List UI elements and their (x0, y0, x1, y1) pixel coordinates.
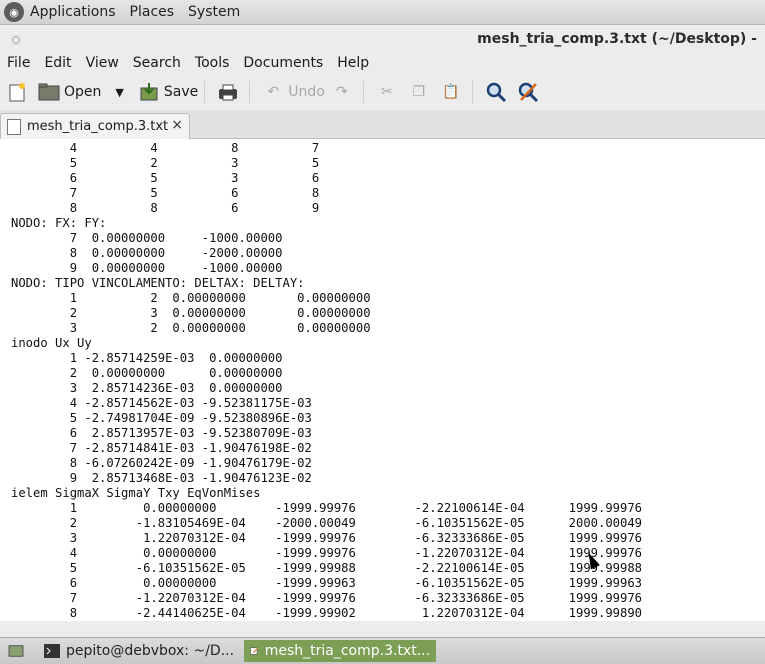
text-editor[interactable]: 4 4 8 7 5 2 3 5 6 5 3 6 7 5 6 8 8 8 6 9 … (0, 139, 765, 621)
open-button[interactable]: Open ▼ (38, 78, 124, 106)
redo-button[interactable]: ↷ (331, 78, 357, 106)
toolbar-separator (471, 81, 473, 103)
menu-edit[interactable]: Edit (37, 55, 78, 71)
open-dropdown-icon[interactable]: ▼ (115, 86, 123, 99)
undo-icon: ↶ (267, 84, 280, 100)
folder-open-icon (38, 81, 60, 103)
editor-content[interactable]: 4 4 8 7 5 2 3 5 6 5 3 6 7 5 6 8 8 8 6 9 … (0, 139, 765, 621)
menu-documents[interactable]: Documents (236, 55, 330, 71)
undo-button[interactable]: ↶ Undo (262, 78, 325, 106)
taskbar-item-terminal[interactable]: pepito@debvbox: ~/D... (38, 640, 240, 662)
taskbar-item-label: pepito@debvbox: ~/D... (66, 643, 235, 659)
window-titlebar[interactable]: mesh_tria_comp.3.txt (~/Desktop) - (0, 25, 765, 53)
open-label: Open (64, 84, 102, 100)
toolbar-separator (249, 81, 251, 103)
new-button[interactable] (6, 78, 32, 106)
redo-icon: ↷ (335, 84, 348, 100)
menu-file[interactable]: File (0, 55, 37, 71)
toolbar-separator (362, 81, 364, 103)
save-button[interactable]: Save (138, 78, 198, 106)
window-title: mesh_tria_comp.3.txt (~/Desktop) - (477, 31, 757, 47)
terminal-icon (44, 644, 60, 658)
taskbar-item-label: mesh_tria_comp.3.txt... (264, 643, 431, 659)
paste-button[interactable]: 📋 (440, 78, 466, 106)
debian-logo-icon[interactable]: ◉ (4, 2, 24, 22)
show-desktop-button[interactable] (4, 640, 34, 662)
tab-label: mesh_tria_comp.3.txt (27, 119, 169, 134)
panel-menu-places[interactable]: Places (130, 4, 175, 20)
find-button[interactable] (485, 78, 511, 106)
print-button[interactable] (217, 78, 243, 106)
copy-icon: ❐ (412, 84, 426, 100)
show-desktop-icon (8, 645, 24, 657)
save-label: Save (163, 84, 199, 100)
find-replace-button[interactable] (517, 78, 543, 106)
taskbar-item-gedit[interactable]: mesh_tria_comp.3.txt... (244, 640, 437, 662)
paste-icon: 📋 (442, 84, 460, 100)
cut-icon: ✂ (380, 84, 393, 100)
tab-mesh-tria-comp[interactable]: mesh_tria_comp.3.txt × (0, 113, 190, 139)
menubar: File Edit View Search Tools Documents He… (0, 52, 765, 74)
save-icon (138, 81, 160, 103)
menu-view[interactable]: View (79, 55, 126, 71)
text-editor-icon (250, 647, 259, 655)
top-panel: ◉ Applications Places System (0, 0, 765, 25)
cut-button[interactable]: ✂ (376, 78, 402, 106)
bottom-panel: pepito@debvbox: ~/D... mesh_tria_comp.3.… (0, 637, 765, 664)
toolbar: Open ▼ Save ↶ Undo ↷ ✂ ❐ 📋 (0, 76, 765, 108)
new-document-icon (6, 81, 28, 103)
window-menu-icon[interactable] (12, 36, 20, 44)
print-icon (217, 81, 239, 103)
text-file-icon (7, 118, 21, 135)
menu-search[interactable]: Search (126, 55, 188, 71)
find-replace-icon (517, 81, 539, 103)
panel-menu-system[interactable]: System (188, 4, 240, 20)
copy-button[interactable]: ❐ (408, 78, 434, 106)
document-tab-bar: mesh_tria_comp.3.txt × (0, 110, 765, 139)
panel-menu-applications[interactable]: Applications (30, 4, 116, 20)
search-icon (485, 81, 507, 103)
menu-tools[interactable]: Tools (188, 55, 237, 71)
undo-label: Undo (288, 84, 325, 100)
close-tab-icon[interactable]: × (171, 117, 183, 133)
menu-help[interactable]: Help (330, 55, 376, 71)
toolbar-separator (204, 81, 206, 103)
